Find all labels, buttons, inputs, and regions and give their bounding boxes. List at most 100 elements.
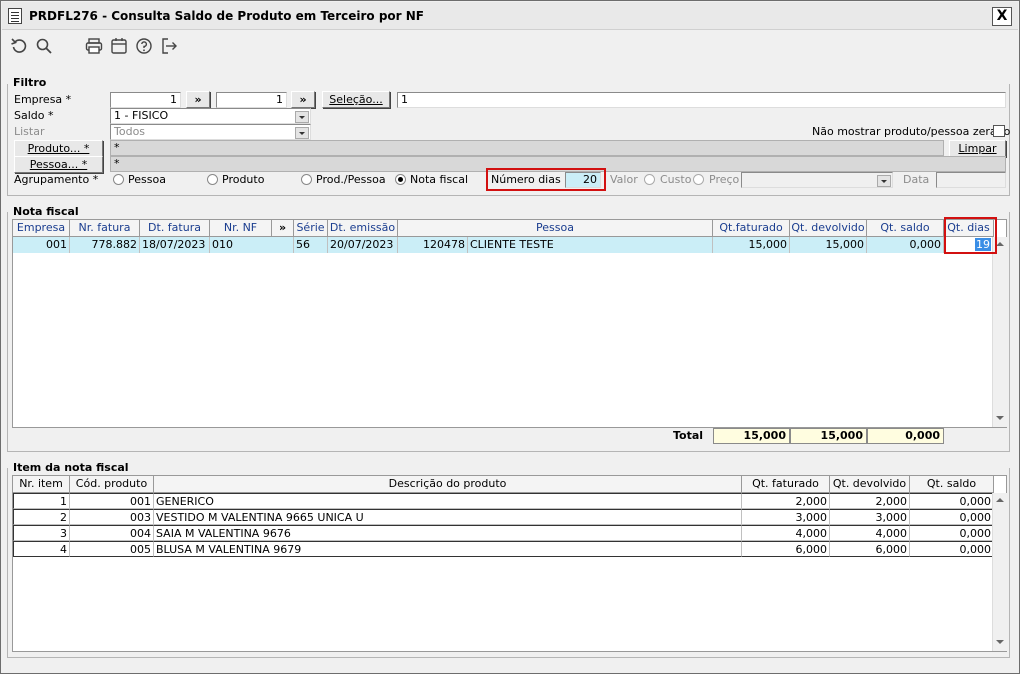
col-serie[interactable]: Série bbox=[294, 220, 328, 237]
table-row[interactable]: 1 001 GENERICO 2,000 2,000 0,000 bbox=[13, 493, 994, 509]
search-icon[interactable] bbox=[35, 37, 53, 55]
cell-pessoa-cod: 120478 bbox=[398, 237, 468, 253]
nao-mostrar-label: Não mostrar produto/pessoa zerado bbox=[812, 125, 1011, 138]
filtro-title: Filtro bbox=[11, 76, 49, 89]
cell-item-qt-faturado: 2,000 bbox=[742, 493, 830, 509]
cell-qt-faturado: 15,000 bbox=[713, 237, 790, 253]
cell-nr-item: 2 bbox=[13, 509, 70, 525]
main-window: PRDFL276 - Consulta Saldo de Produto em … bbox=[0, 0, 1020, 674]
radio-pessoa[interactable] bbox=[113, 174, 124, 185]
col-nr-nf[interactable]: Nr. NF bbox=[210, 220, 272, 237]
empresa-label: Empresa * bbox=[14, 93, 72, 106]
cell-item-qt-faturado: 4,000 bbox=[742, 525, 830, 541]
preco-select[interactable] bbox=[741, 172, 893, 188]
table-row[interactable]: 3 004 SAIA M VALENTINA 9676 4,000 4,000 … bbox=[13, 525, 994, 541]
table-row[interactable]: 001 778.882 18/07/2023 010 56 20/07/2023… bbox=[13, 237, 994, 253]
col-dt-emissao[interactable]: Dt. emissão bbox=[328, 220, 398, 237]
listar-select-value: Todos bbox=[114, 125, 146, 138]
col-empresa[interactable]: Empresa bbox=[13, 220, 70, 237]
cell-descricao: BLUSA M VALENTINA 9679 bbox=[154, 541, 742, 557]
radio-produto[interactable] bbox=[207, 174, 218, 185]
empresa-from-input[interactable]: 1 bbox=[110, 92, 181, 108]
selecao-button[interactable]: Seleção... bbox=[322, 91, 390, 108]
col-qt-saldo[interactable]: Qt. saldo bbox=[867, 220, 944, 237]
nota-fiscal-scrollbar[interactable] bbox=[992, 237, 1007, 427]
total-faturado: 15,000 bbox=[713, 428, 790, 444]
table-row[interactable]: 2 003 VESTIDO M VALENTINA 9665 UNICA U 3… bbox=[13, 509, 994, 525]
radio-prod-pessoa-label: Prod./Pessoa bbox=[316, 173, 386, 186]
cell-item-qt-faturado: 6,000 bbox=[742, 541, 830, 557]
agrupamento-label: Agrupamento * bbox=[14, 173, 99, 186]
col-item-qt-devolvido[interactable]: Qt. devolvido bbox=[830, 476, 910, 493]
radio-preco[interactable] bbox=[693, 174, 704, 185]
item-nf-scrollbar[interactable] bbox=[992, 493, 1007, 651]
saldo-select-value: 1 - FISICO bbox=[114, 109, 169, 122]
produto-input[interactable]: * bbox=[110, 140, 944, 156]
cell-dt-emissao: 20/07/2023 bbox=[328, 237, 398, 253]
table-row[interactable]: 4 005 BLUSA M VALENTINA 9679 6,000 6,000… bbox=[13, 541, 994, 557]
pessoa-button[interactable]: Pessoa... * bbox=[14, 156, 103, 173]
col-item-qt-saldo[interactable]: Qt. saldo bbox=[910, 476, 994, 493]
empresa-to-range-button[interactable]: » bbox=[291, 91, 315, 108]
radio-custo[interactable] bbox=[644, 174, 655, 185]
col-descricao[interactable]: Descrição do produto bbox=[154, 476, 742, 493]
radio-nota-fiscal[interactable] bbox=[395, 174, 406, 185]
chevron-down-icon[interactable] bbox=[295, 127, 309, 139]
scroll-down-icon[interactable] bbox=[996, 640, 1004, 644]
radio-produto-label: Produto bbox=[222, 173, 265, 186]
col-cod-produto[interactable]: Cód. produto bbox=[70, 476, 154, 493]
calendar-icon[interactable] bbox=[110, 37, 128, 55]
col-pessoa[interactable]: Pessoa bbox=[398, 220, 713, 237]
scroll-up-icon[interactable] bbox=[996, 242, 1004, 246]
cell-item-qt-saldo: 0,000 bbox=[910, 493, 994, 509]
cell-nr-nf: 010 bbox=[210, 237, 294, 253]
produto-button[interactable]: Produto... * bbox=[14, 140, 103, 157]
total-label: Total bbox=[673, 429, 704, 442]
cell-item-qt-devolvido: 3,000 bbox=[830, 509, 910, 525]
cell-serie: 56 bbox=[294, 237, 328, 253]
close-button[interactable]: X bbox=[992, 7, 1012, 26]
empresa-range-button[interactable]: » bbox=[186, 91, 210, 108]
cell-descricao: SAIA M VALENTINA 9676 bbox=[154, 525, 742, 541]
radio-prod-pessoa[interactable] bbox=[301, 174, 312, 185]
numero-dias-input[interactable]: 20 bbox=[565, 172, 601, 188]
empresa-to-input[interactable]: 1 bbox=[216, 92, 287, 108]
toolbar bbox=[2, 31, 1018, 61]
limpar-button[interactable]: Limpar bbox=[949, 140, 1006, 157]
scroll-down-icon[interactable] bbox=[996, 416, 1004, 420]
col-expand[interactable]: » bbox=[272, 220, 294, 237]
selecao-value-input[interactable]: 1 bbox=[397, 92, 1006, 108]
col-qt-faturado[interactable]: Qt.faturado bbox=[713, 220, 790, 237]
cell-item-qt-devolvido: 4,000 bbox=[830, 525, 910, 541]
print-icon[interactable] bbox=[85, 37, 103, 55]
col-qt-devolvido[interactable]: Qt. devolvido bbox=[790, 220, 867, 237]
cell-cod-produto: 004 bbox=[70, 525, 154, 541]
cell-descricao: GENERICO bbox=[154, 493, 742, 509]
listar-select[interactable]: Todos bbox=[110, 124, 311, 140]
chevron-down-icon[interactable] bbox=[877, 175, 891, 187]
help-icon[interactable] bbox=[135, 37, 153, 55]
chevron-down-icon[interactable] bbox=[295, 111, 309, 123]
cell-item-qt-saldo: 0,000 bbox=[910, 541, 994, 557]
nota-fiscal-grid: Empresa Nr. fatura Dt. fatura Nr. NF » S… bbox=[12, 219, 1007, 428]
exit-icon[interactable] bbox=[160, 37, 178, 55]
col-dt-fatura[interactable]: Dt. fatura bbox=[140, 220, 210, 237]
scroll-up-icon[interactable] bbox=[996, 498, 1004, 502]
cell-qt-saldo: 0,000 bbox=[867, 237, 944, 253]
data-input[interactable] bbox=[936, 172, 1006, 188]
nao-mostrar-checkbox[interactable] bbox=[993, 125, 1005, 137]
saldo-select[interactable]: 1 - FISICO bbox=[110, 108, 311, 124]
item-nf-grid: Nr. item Cód. produto Descrição do produ… bbox=[12, 475, 1007, 652]
col-nr-item[interactable]: Nr. item bbox=[13, 476, 70, 493]
undo-icon[interactable] bbox=[10, 37, 28, 55]
radio-nota-fiscal-label: Nota fiscal bbox=[410, 173, 469, 186]
cell-descricao: VESTIDO M VALENTINA 9665 UNICA U bbox=[154, 509, 742, 525]
cell-item-qt-saldo: 0,000 bbox=[910, 525, 994, 541]
col-item-qt-faturado[interactable]: Qt. faturado bbox=[742, 476, 830, 493]
total-saldo: 0,000 bbox=[867, 428, 944, 444]
custo-label: Custo bbox=[660, 173, 692, 186]
col-nr-fatura[interactable]: Nr. fatura bbox=[70, 220, 140, 237]
cell-nr-fatura: 778.882 bbox=[70, 237, 140, 253]
title-bar: PRDFL276 - Consulta Saldo de Produto em … bbox=[2, 2, 1018, 30]
data-label: Data bbox=[903, 173, 930, 186]
